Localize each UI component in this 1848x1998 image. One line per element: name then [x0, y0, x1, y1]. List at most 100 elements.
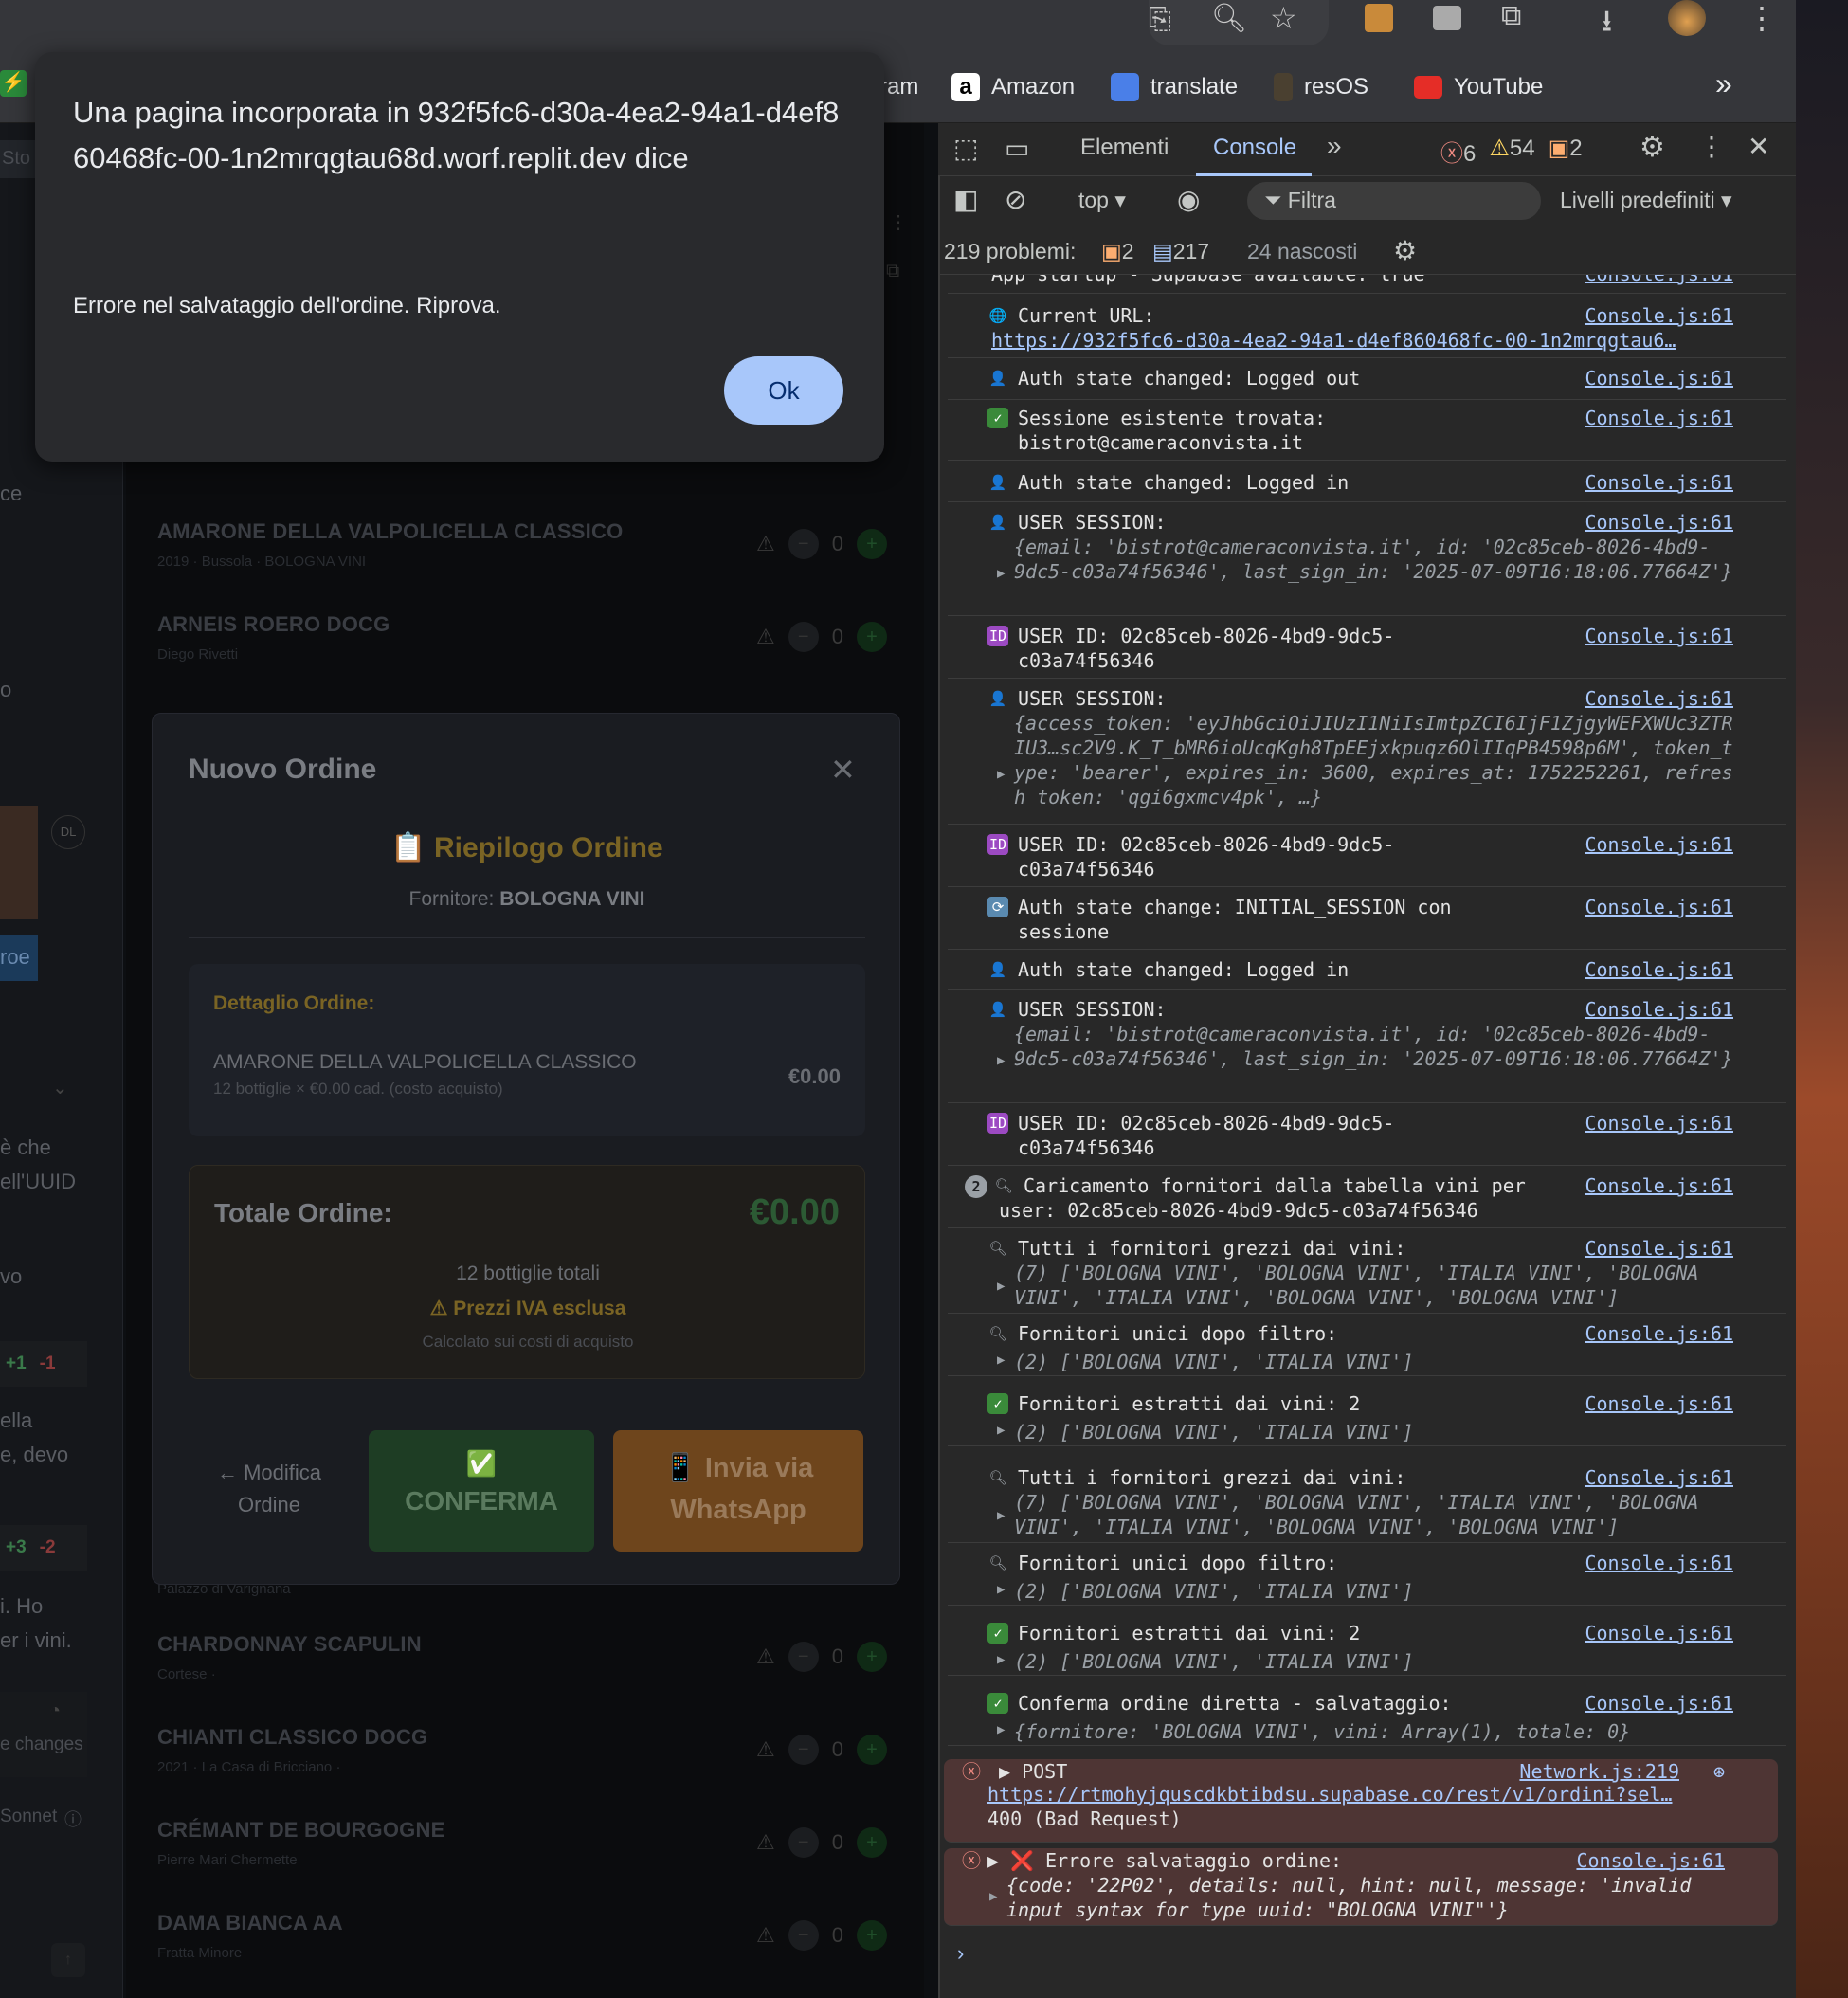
source-link[interactable]: Console.js:61	[1585, 1236, 1733, 1261]
extension-icon[interactable]	[1365, 4, 1393, 32]
close-icon[interactable]: ✕	[1748, 131, 1769, 162]
plus-button[interactable]: +	[857, 1920, 887, 1951]
log-entry[interactable]: 🌐 Current URL: https://932f5fc6-d30a-4ea…	[948, 303, 1786, 358]
tag-button[interactable]: roe	[0, 935, 38, 981]
install-icon[interactable]: ⎘	[1149, 4, 1171, 36]
filter-input[interactable]: ⏷ Filtra	[1247, 182, 1541, 220]
confirm-button[interactable]: ✅ CONFERMA	[369, 1430, 594, 1552]
close-icon[interactable]: ✕	[830, 752, 856, 788]
clear-icon[interactable]: ⊘	[1005, 184, 1026, 215]
log-entry[interactable]: 👤 USER SESSION: ▶ {email: 'bistrot@camer…	[948, 510, 1786, 616]
plus-button[interactable]: +	[857, 529, 887, 559]
log-entry[interactable]: 2 🔍︎ Caricamento fornitori dalla tabella…	[948, 1173, 1786, 1228]
source-link[interactable]: Console.js:61	[1585, 957, 1733, 982]
expand-icon[interactable]: ▶	[997, 1577, 1005, 1602]
source-link[interactable]: Console.js:61	[1585, 686, 1733, 711]
thumbnail[interactable]	[0, 806, 38, 919]
bookmark-amazon[interactable]: a Amazon	[951, 68, 1075, 106]
wine-row[interactable]: DAMA BIANCA AA Fratta Minore ⚠ −0 +	[157, 1911, 887, 1977]
settings-icon[interactable]: ⚙	[1393, 235, 1417, 266]
log-entry[interactable]: ✓ Sessione esistente trovata: bistrot@ca…	[948, 406, 1786, 461]
tab-elements[interactable]: Elementi	[1080, 135, 1169, 161]
log-entry[interactable]: ✓ Fornitori estratti dai vini: 2 ▶ (2) […	[948, 1391, 1786, 1446]
sidebar-icon[interactable]: ◧	[953, 184, 978, 215]
plus-button[interactable]: +	[857, 1735, 887, 1765]
log-entry[interactable]: 👤 USER SESSION: ▶ {email: 'bistrot@camer…	[948, 997, 1786, 1103]
whatsapp-button[interactable]: 📱 Invia via WhatsApp	[613, 1430, 863, 1552]
source-link[interactable]: Console.js:61	[1585, 1173, 1733, 1198]
console-prompt[interactable]: ›	[957, 1941, 964, 1966]
expand-icon[interactable]: ▶	[997, 1418, 1005, 1443]
log-entry[interactable]: ⟳ Auth state change: INITIAL_SESSION con…	[948, 895, 1786, 950]
source-link[interactable]: Console.js:61	[1585, 1621, 1733, 1645]
log-entry[interactable]: ✓ Fornitori estratti dai vini: 2 ▶ (2) […	[948, 1621, 1786, 1676]
log-entry[interactable]: 👤 Auth state changed: Logged in Console.…	[948, 957, 1786, 990]
expand-icon[interactable]: ▶	[989, 1884, 997, 1909]
source-link[interactable]: Console.js:61	[1585, 1111, 1733, 1135]
expand-icon[interactable]: ▶	[997, 1274, 1005, 1299]
source-link[interactable]: Network.js:219	[1519, 1759, 1679, 1784]
more-tabs-icon[interactable]: »	[1327, 131, 1342, 161]
model-label[interactable]: Sonnet	[0, 1807, 57, 1827]
more-bookmarks-icon[interactable]: »	[1715, 66, 1732, 101]
problems-a[interactable]: ▣2	[1101, 239, 1134, 264]
expand-icon[interactable]: ▶	[997, 1348, 1005, 1372]
error-entry[interactable]: ⓧ ▶ ❌ Errore salvataggio ordine: ▶ {code…	[944, 1848, 1778, 1926]
source-link[interactable]: Console.js:61	[1585, 470, 1733, 495]
zoom-icon[interactable]: 🔍︎	[1211, 2, 1247, 35]
log-entry[interactable]: ID USER ID: 02c85ceb-8026-4bd9-9dc5-c03a…	[948, 624, 1786, 679]
kebab-icon[interactable]: ⋮	[1698, 131, 1725, 162]
inspect-icon[interactable]: ⬚	[953, 133, 978, 164]
menu-icon[interactable]: ⋮	[1747, 0, 1777, 36]
network-error-entry[interactable]: ⓧ ▶ POST https://rtmohyjquscdkbtibdsu.su…	[944, 1759, 1778, 1843]
levels-select[interactable]: Livelli predefiniti ▾	[1560, 188, 1732, 213]
avatar[interactable]	[1668, 0, 1706, 36]
expand-icon[interactable]: ▶	[997, 762, 1005, 787]
expand-icon[interactable]: ▶	[997, 1048, 1005, 1073]
eye-icon[interactable]: ◉	[1177, 184, 1200, 215]
minus-button[interactable]: −	[788, 1642, 819, 1672]
plus-button[interactable]: +	[857, 1642, 887, 1672]
star-icon[interactable]: ☆	[1270, 0, 1297, 36]
log-entry[interactable]: ID USER ID: 02c85ceb-8026-4bd9-9dc5-c03a…	[948, 1111, 1786, 1166]
source-link[interactable]: Console.js:61	[1585, 406, 1733, 430]
bolt-icon[interactable]: ⚡	[0, 70, 27, 97]
bookmark-resos[interactable]: resOS	[1274, 68, 1368, 106]
expand-icon[interactable]: ▶	[997, 1503, 1005, 1528]
url-link[interactable]: https://932f5fc6-d30a-4ea2-94a1-d4ef8604…	[991, 328, 1749, 353]
source-link[interactable]: Console.js:61	[1585, 997, 1733, 1022]
network-icon[interactable]: ⊛	[1713, 1759, 1725, 1784]
wine-row[interactable]: CHIANTI CLASSICO DOCG 2021 · La Casa di …	[157, 1725, 887, 1791]
expand-icon[interactable]: ▶	[997, 1717, 1005, 1742]
source-link[interactable]: Console.js:61	[1585, 303, 1733, 328]
source-link[interactable]: Console.js:61	[1585, 510, 1733, 535]
plus-button[interactable]: +	[857, 622, 887, 652]
info-icon[interactable]: ⓘ	[64, 1807, 82, 1831]
external-link-icon[interactable]: ⧉	[886, 261, 899, 282]
ok-button[interactable]: Ok	[724, 356, 843, 425]
issue-counters[interactable]: ⓧ6 ⚠54 ▣2	[1440, 135, 1583, 168]
minus-button[interactable]: −	[788, 529, 819, 559]
plus-button[interactable]: +	[857, 1827, 887, 1858]
source-link[interactable]: Console.js:61	[1585, 1551, 1733, 1575]
log-entry[interactable]: ✓ Conferma ordine diretta - salvataggio:…	[948, 1691, 1786, 1746]
minus-button[interactable]: −	[788, 1920, 819, 1951]
log-entry[interactable]: 🔍︎ Fornitori unici dopo filtro: ▶ (2) ['…	[948, 1321, 1786, 1376]
source-link[interactable]: Console.js:61	[1585, 366, 1733, 391]
bookmark-translate[interactable]: translate	[1111, 68, 1238, 106]
url-link[interactable]: https://rtmohyjquscdkbtibdsu.supabase.co…	[987, 1782, 1736, 1807]
wine-row[interactable]: CHARDONNAY SCAPULIN Cortese · ⚠ −0 +	[157, 1632, 887, 1698]
edit-order-button[interactable]: ← Modifica Ordine	[196, 1457, 342, 1521]
extension-icon-2[interactable]	[1433, 6, 1461, 30]
source-link[interactable]: Console.js:61	[1585, 1465, 1733, 1490]
wine-row[interactable]: CRÉMANT DE BOURGOGNE Pierre Mari Chermet…	[157, 1818, 887, 1884]
log-entry[interactable]: ID USER ID: 02c85ceb-8026-4bd9-9dc5-c03a…	[948, 832, 1786, 887]
log-entry[interactable]: 👤 USER SESSION: ▶ {access_token: 'eyJhbG…	[948, 686, 1786, 825]
wine-row[interactable]: AMARONE DELLA VALPOLICELLA CLASSICO 2019…	[157, 519, 887, 586]
source-link[interactable]: Console.js:61	[1585, 1321, 1733, 1346]
kebab-icon[interactable]: ⋮	[889, 210, 908, 234]
source-link[interactable]: Console.js:61	[1585, 275, 1733, 286]
log-entry[interactable]: 🔍︎ Fornitori unici dopo filtro: ▶ (2) ['…	[948, 1551, 1786, 1606]
source-link[interactable]: Console.js:61	[1576, 1848, 1725, 1873]
log-entry[interactable]: 🔍︎ Tutti i fornitori grezzi dai vini: ▶ …	[948, 1465, 1786, 1543]
